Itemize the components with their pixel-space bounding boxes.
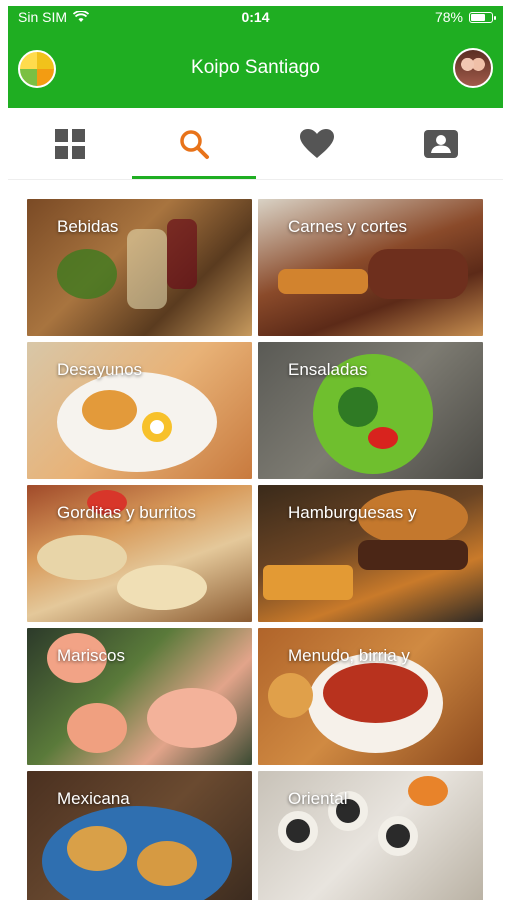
category-card-carnes[interactable]: Carnes y cortes — [258, 199, 483, 336]
tab-bar — [8, 108, 503, 180]
category-label: Menudo, birria y — [288, 646, 410, 665]
category-card-bebidas[interactable]: Bebidas — [27, 199, 252, 336]
tab-search[interactable] — [131, 108, 256, 179]
category-label: Carnes y cortes — [288, 217, 408, 236]
category-label: Oriental — [288, 789, 348, 808]
category-card-mexicana[interactable]: Mexicana — [27, 771, 252, 900]
category-label: Hamburguesas y — [288, 503, 417, 522]
category-card-hamburguesas[interactable]: Hamburguesas y — [258, 485, 483, 622]
carrier-label: Sin SIM — [18, 9, 68, 25]
contact-card-icon — [424, 129, 459, 158]
battery-icon — [469, 11, 496, 23]
page-title: Koipo Santiago — [191, 57, 320, 78]
category-card-menudo[interactable]: Menudo, birria y — [258, 628, 483, 765]
category-card-oriental[interactable]: Oriental — [258, 771, 483, 900]
category-label: Bebidas — [57, 217, 119, 236]
category-card-mariscos[interactable]: Mariscos — [27, 628, 252, 765]
user-avatar[interactable] — [453, 48, 493, 88]
category-label: Mexicana — [57, 789, 130, 808]
search-icon — [179, 129, 209, 159]
wifi-icon — [73, 11, 90, 22]
status-bar: Sin SIM 0:14 78% — [8, 6, 503, 28]
tab-categories[interactable] — [8, 108, 132, 179]
category-label: Ensaladas — [288, 360, 368, 379]
app-logo[interactable] — [18, 50, 56, 88]
app-bar: Koipo Santiago — [8, 28, 503, 108]
category-card-desayunos[interactable]: Desayunos — [27, 342, 252, 479]
category-label: Mariscos — [57, 646, 126, 665]
category-label: Desayunos — [57, 360, 143, 379]
battery-percent: 78% — [434, 9, 463, 25]
clock: 0:14 — [241, 9, 270, 25]
grid-icon — [54, 128, 85, 159]
tab-favorites[interactable] — [256, 108, 380, 179]
heart-icon — [300, 128, 335, 158]
category-card-gorditas[interactable]: Gorditas y burritos — [27, 485, 252, 622]
category-grid: Bebidas Carnes y cortes Desayunos Ensala… — [27, 199, 483, 900]
tab-contact[interactable] — [379, 108, 503, 179]
category-card-ensaladas[interactable]: Ensaladas — [258, 342, 483, 479]
category-label: Gorditas y burritos — [57, 503, 196, 522]
